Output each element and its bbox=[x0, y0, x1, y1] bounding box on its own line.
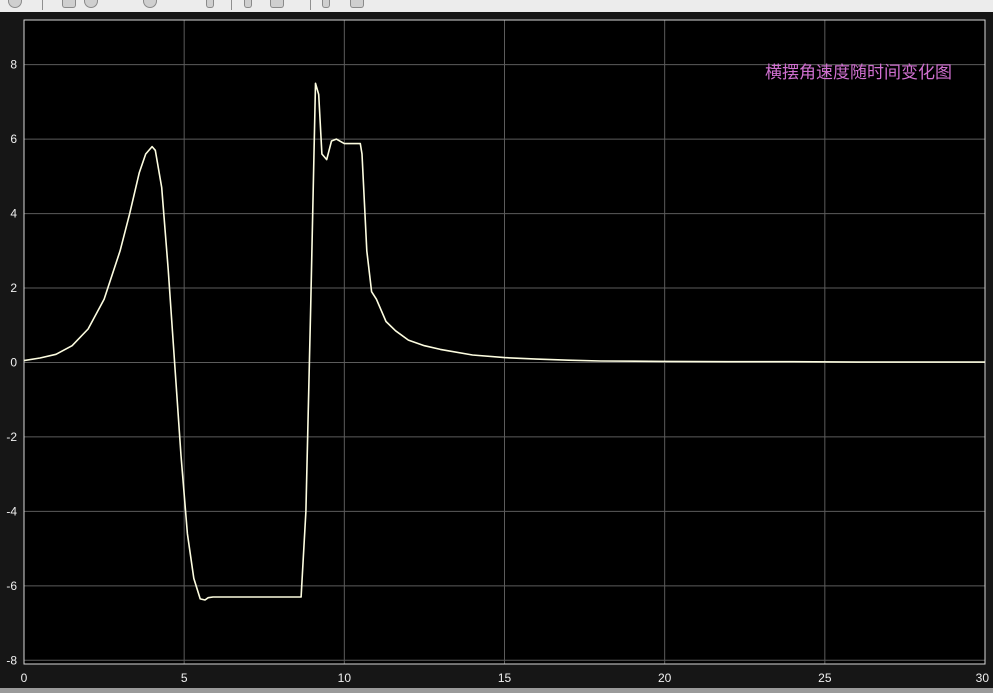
x-tick-label: 0 bbox=[21, 671, 28, 685]
toolbar-separator bbox=[231, 0, 232, 10]
x-tick-label: 5 bbox=[181, 671, 188, 685]
y-tick-label: -6 bbox=[6, 579, 17, 593]
toolbar-separator bbox=[310, 0, 311, 10]
y-tick-label: 6 bbox=[10, 132, 17, 146]
x-tick-label: 30 bbox=[976, 671, 990, 685]
run-icon[interactable] bbox=[62, 0, 76, 8]
scope-display: -8 -6 -4 -2 0 2 4 6 8 0 5 10 15 20 25 30 横摆角速度随时间变化图 bbox=[0, 12, 993, 688]
settings-icon[interactable] bbox=[8, 0, 22, 8]
chart-title: 横摆角速度随时间变化图 bbox=[765, 63, 952, 82]
stop-icon[interactable] bbox=[143, 0, 157, 8]
cursor-icon[interactable] bbox=[244, 0, 252, 8]
x-tick-label: 10 bbox=[338, 671, 352, 685]
print-icon[interactable] bbox=[270, 0, 284, 8]
copy-icon[interactable] bbox=[322, 0, 330, 8]
y-tick-label: -8 bbox=[6, 653, 17, 667]
y-tick-label: -4 bbox=[6, 504, 17, 518]
y-tick-label: 4 bbox=[10, 207, 17, 221]
x-tick-label: 20 bbox=[658, 671, 672, 685]
x-tick-label: 15 bbox=[498, 671, 512, 685]
yaw-rate-chart: -8 -6 -4 -2 0 2 4 6 8 0 5 10 15 20 25 30 横摆角速度随时间变化图 bbox=[0, 12, 993, 688]
y-tick-label: 0 bbox=[10, 355, 17, 369]
x-tick-label: 25 bbox=[818, 671, 832, 685]
toolbar-separator bbox=[42, 0, 43, 10]
y-tick-label: 2 bbox=[10, 281, 17, 295]
y-tick-label: -2 bbox=[6, 430, 17, 444]
step-icon[interactable] bbox=[84, 0, 98, 8]
clipboard-icon[interactable] bbox=[350, 0, 364, 8]
y-tick-label: 8 bbox=[10, 58, 17, 72]
zoom-icon[interactable] bbox=[206, 0, 214, 8]
